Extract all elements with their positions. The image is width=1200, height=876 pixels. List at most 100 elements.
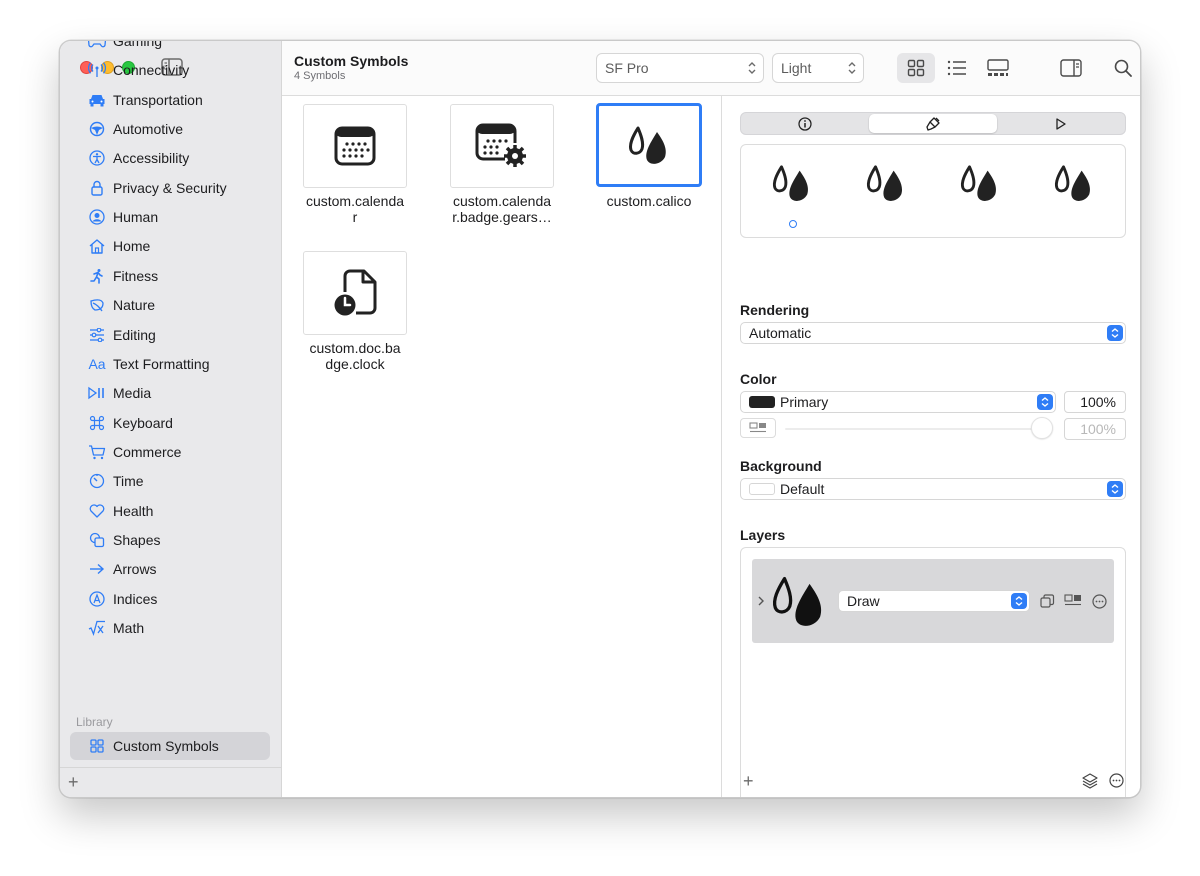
- chevron-updown-icon: [1011, 593, 1027, 609]
- app-window: Gaming Connectivity Transportation Automoti…: [59, 40, 1141, 798]
- layer-mode-select[interactable]: Draw: [838, 590, 1030, 612]
- sidebar-item-label: Transportation: [113, 91, 203, 108]
- opacity-slider-track[interactable]: [785, 428, 1041, 430]
- sidebar-item-home[interactable]: Home: [70, 232, 270, 260]
- sidebar-item-nature[interactable]: Nature: [70, 291, 270, 319]
- more-icon[interactable]: [1109, 773, 1124, 788]
- doc-clock-icon: [334, 269, 377, 316]
- sidebar-item-health[interactable]: Health: [70, 497, 270, 525]
- search-icon: [1114, 59, 1132, 77]
- tab-animation[interactable]: [997, 113, 1125, 134]
- more-icon[interactable]: [1092, 594, 1107, 609]
- color-label: Color: [740, 371, 777, 387]
- search-button[interactable]: [1104, 53, 1140, 83]
- sidebar-item-label: Human: [113, 209, 159, 226]
- grid-view-button[interactable]: [897, 53, 935, 83]
- sidebar-item-fitness[interactable]: Fitness: [70, 262, 270, 290]
- sidebar-item-accessibility[interactable]: Accessibility: [70, 144, 270, 172]
- sidebar-item-indices[interactable]: Indices: [70, 585, 270, 613]
- page-title: Custom Symbols: [294, 53, 409, 69]
- layers-icon[interactable]: [1082, 773, 1098, 789]
- symbol-grid: custom.calenda r custom.calenda r.badge.…: [282, 96, 722, 797]
- color-select[interactable]: Primary: [740, 391, 1056, 413]
- secondary-color-button[interactable]: [740, 418, 776, 438]
- arrow-right-icon: [88, 560, 106, 578]
- calendar-icon: [334, 126, 376, 166]
- sidebar-item-math[interactable]: Math: [70, 614, 270, 642]
- weight-popup-value: Light: [781, 60, 812, 76]
- inspector-tabs: [740, 112, 1126, 135]
- tab-info[interactable]: [741, 113, 869, 134]
- sidebar-item-connectivity[interactable]: Connectivity: [70, 56, 270, 84]
- layer-row[interactable]: Draw: [752, 559, 1114, 643]
- sidebar-item-gaming[interactable]: Gaming: [70, 41, 270, 55]
- secondary-opacity-field[interactable]: 100%: [1064, 418, 1126, 440]
- timer-icon: [88, 472, 106, 490]
- drops-icon: [772, 165, 809, 201]
- symbol-tile-doc-badge-clock[interactable]: [303, 251, 407, 335]
- layer-toggle-icon: [749, 422, 766, 433]
- inspector-toggle-button[interactable]: [1052, 53, 1090, 83]
- sidebar-item-label: Automotive: [113, 121, 184, 138]
- symbol-tile-calico[interactable]: [596, 103, 702, 187]
- grid-icon: [88, 737, 106, 755]
- lock-icon: [88, 179, 106, 197]
- sidebar-item-privacy-security[interactable]: Privacy & Security: [70, 174, 270, 202]
- chevron-updown-icon: [1037, 394, 1053, 410]
- drops-icon: [1054, 165, 1091, 201]
- color-opacity-field[interactable]: 100%: [1064, 391, 1126, 413]
- add-layer-icon[interactable]: +: [743, 772, 754, 790]
- sidebar-item-text-formatting[interactable]: Aa Text Formatting: [70, 350, 270, 378]
- duplicate-icon[interactable]: [1040, 594, 1055, 609]
- add-icon[interactable]: +: [68, 773, 79, 791]
- rendering-select[interactable]: Automatic: [740, 322, 1126, 344]
- sidebar-item-custom-symbols[interactable]: Custom Symbols: [70, 732, 270, 760]
- sidebar-item-shapes[interactable]: Shapes: [70, 526, 270, 554]
- symbol-tile-calendar-badge-gears[interactable]: [450, 104, 554, 188]
- tab-rendering[interactable]: [869, 114, 997, 133]
- sidebar-item-commerce[interactable]: Commerce: [70, 438, 270, 466]
- weight-popup[interactable]: Light: [772, 53, 864, 83]
- symbol-name: custom.calenda r.badge.gears…: [452, 193, 552, 225]
- sidebar-item-transportation[interactable]: Transportation: [70, 86, 270, 114]
- sidebar-item-editing[interactable]: Editing: [70, 321, 270, 349]
- shapes-icon: [88, 531, 106, 549]
- figure-run-icon: [88, 267, 106, 285]
- sidebar-item-automotive[interactable]: Automotive: [70, 115, 270, 143]
- sidebar-item-label: Text Formatting: [113, 355, 210, 372]
- sidebar-item-label: Nature: [113, 297, 156, 314]
- sidebar-item-label: Fitness: [113, 267, 159, 284]
- symbol-tile-calendar[interactable]: [303, 104, 407, 188]
- chevron-right-icon[interactable]: [757, 595, 765, 607]
- symbol-count: 4 Symbols: [294, 70, 346, 82]
- opacity-slider-thumb[interactable]: [1031, 417, 1053, 439]
- sidebar-item-time[interactable]: Time: [70, 467, 270, 495]
- grid-icon: [907, 59, 925, 77]
- sidebar-item-label: Arrows: [113, 561, 157, 578]
- layer-toggle-icon[interactable]: [1064, 594, 1082, 607]
- layer-mode-value: Draw: [847, 593, 880, 609]
- sidebar-item-arrows[interactable]: Arrows: [70, 555, 270, 583]
- calendar-gear-icon: [475, 123, 526, 167]
- gallery-icon: [987, 59, 1009, 76]
- gallery-view-button[interactable]: [979, 53, 1017, 83]
- list-view-button[interactable]: [938, 53, 976, 83]
- sidebar-item-human[interactable]: Human: [70, 203, 270, 231]
- sidebar-item-keyboard[interactable]: Keyboard: [70, 409, 270, 437]
- leaf-icon: [88, 296, 106, 314]
- sidebar: Gaming Connectivity Transportation Automoti…: [60, 41, 282, 797]
- sidebar-item-label: Health: [113, 502, 154, 519]
- font-popup-value: SF Pro: [605, 60, 649, 76]
- background-select[interactable]: Default: [740, 478, 1126, 500]
- sidebar-right-icon: [1060, 59, 1082, 77]
- selected-indicator: [789, 220, 797, 228]
- font-popup[interactable]: SF Pro: [596, 53, 764, 83]
- layers-list: Draw: [740, 547, 1126, 797]
- sidebar-item-media[interactable]: Media: [70, 379, 270, 407]
- inspector-panel: Rendering Automatic Color Primary 100% 1…: [723, 96, 1140, 797]
- steering-wheel-icon: [88, 120, 106, 138]
- drops-icon: [866, 165, 903, 201]
- command-icon: [88, 414, 106, 432]
- sidebar-item-label: Indices: [113, 590, 158, 607]
- textformat-icon: Aa: [88, 355, 106, 372]
